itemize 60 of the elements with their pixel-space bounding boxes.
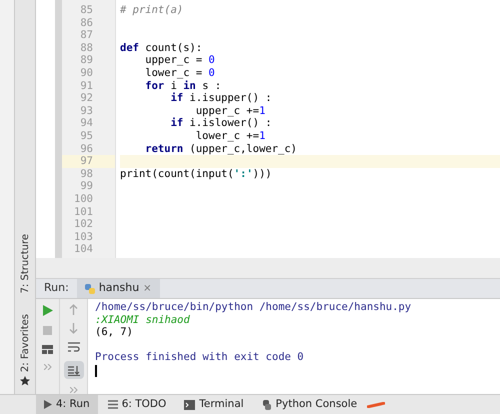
line-number: 97 [80,155,93,168]
line-number: 88 [80,42,93,54]
tool-window-tab[interactable]: 6: TODO [100,395,174,414]
code-line: return (upper_c,lower_c) [144,142,298,155]
tool-window-tab[interactable]: Terminal [176,395,252,414]
favorites-tool-tab[interactable]: 2: Favorites [18,310,32,390]
python-file-icon [84,284,95,294]
tool-window-tab[interactable]: Python Console [254,395,366,414]
line-number: 90 [80,66,93,79]
code-line: if i.islower() : [170,117,272,130]
line-number: 98 [80,168,93,180]
run-icon[interactable] [42,305,52,316]
code-line: def count(s): [120,42,202,54]
line-number: 103 [74,230,93,243]
stop-icon[interactable] [43,326,52,335]
console-line: (6, 7) [95,326,133,338]
play-icon [44,400,52,409]
star-icon [20,376,30,386]
line-number: 102 [74,218,93,230]
line-number: 96 [80,142,93,155]
line-number: 89 [80,54,93,66]
line-number: 104 [74,243,93,256]
wrap-icon[interactable] [68,342,80,353]
line-number: 87 [80,29,93,42]
line-number: 100 [74,192,93,205]
console-line: :XIAOMI snihaod [95,314,190,326]
code-line: lower_c +=1 [194,130,266,142]
line-number: 99 [80,180,93,192]
code-line: for i in s : [144,80,222,92]
line-number: 92 [80,92,93,104]
line-number: 93 [80,104,93,117]
console-line: Process finished with exit code 0 [95,351,304,364]
text-cursor [95,364,97,377]
run-label: Run: [43,280,70,296]
line-number: 86 [80,16,93,29]
scroll-to-end-button[interactable] [64,361,84,379]
run-tab[interactable]: hanshu × [76,279,160,298]
chevron-icon[interactable] [44,364,52,370]
python-icon [262,400,272,410]
tool-window-tab[interactable]: 4: Run [36,395,98,414]
line-number: 95 [80,130,93,142]
line-number: 94 [80,117,93,130]
line-number: 101 [74,206,93,218]
line-number: 85 [80,4,93,16]
terminal-icon [184,400,196,410]
code-line: lower_c = 0 [144,66,215,79]
layout-icon[interactable] [42,345,53,354]
code-line: print(count(input(':'))) [120,168,272,180]
list-icon [108,400,118,409]
up-arrow-icon[interactable] [69,304,78,315]
down-arrow-icon[interactable] [69,323,78,334]
code-line: upper_c = 0 [144,54,215,66]
code-line: # print(a) [120,4,184,16]
code-line: upper_c +=1 [194,104,266,117]
line-number: 91 [80,80,93,92]
chevron-icon[interactable] [70,387,78,393]
structure-tool-tab[interactable]: 7: Structure [18,230,32,298]
code-line: if i.isupper() : [170,92,272,104]
scroll-to-end-icon [68,364,80,376]
console-line: /home/ss/bruce/bin/python /home/ss/bruce/hanshu.py [95,301,412,313]
